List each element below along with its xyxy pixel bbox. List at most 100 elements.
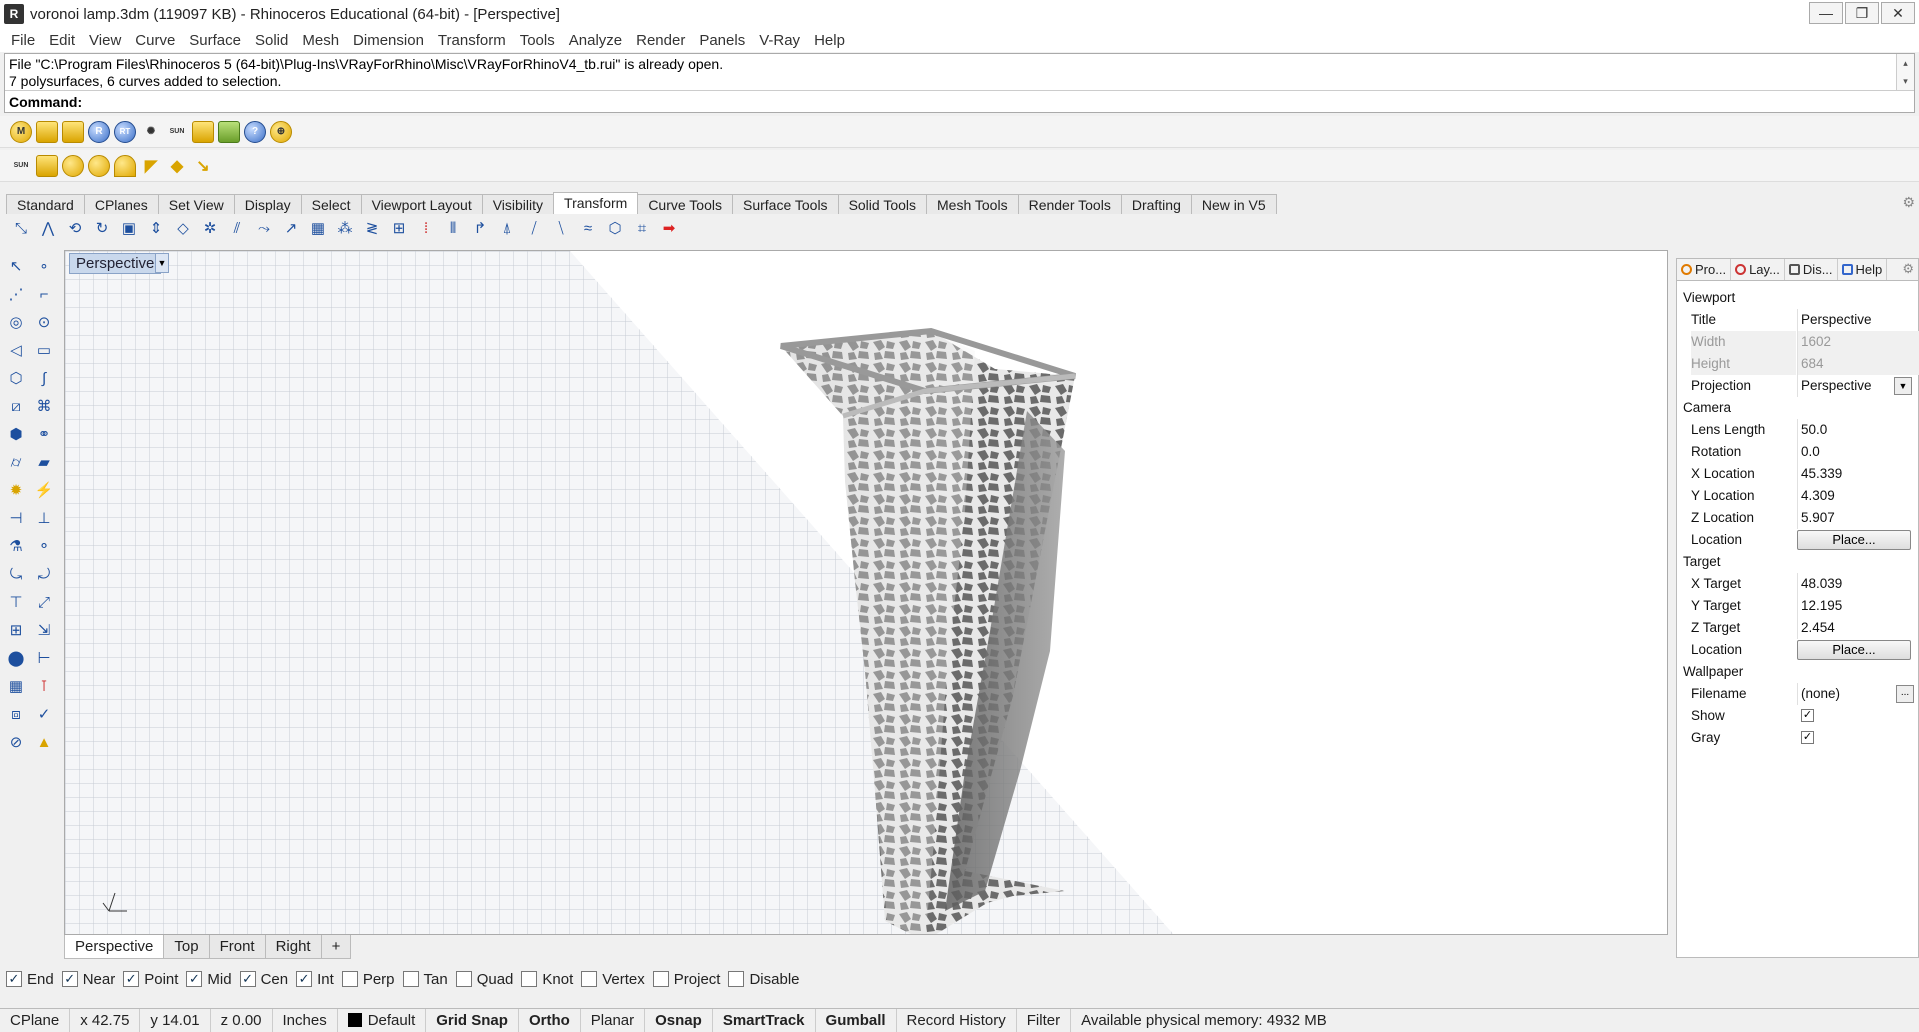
vray-options-icon[interactable]	[36, 120, 58, 143]
scale-icon[interactable]: ▣	[118, 217, 140, 239]
checkbox[interactable]	[341, 971, 358, 987]
vptab-top[interactable]: Top	[163, 935, 210, 959]
array-left-icon[interactable]: ⊞	[2, 616, 30, 644]
tab-solid-tools[interactable]: Solid Tools	[837, 194, 928, 214]
menu-surface[interactable]: Surface	[182, 32, 248, 49]
tab-render-tools[interactable]: Render Tools	[1017, 194, 1122, 214]
menu-mesh[interactable]: Mesh	[295, 32, 346, 49]
menu-analyze[interactable]: Analyze	[562, 32, 629, 49]
checkbox[interactable]: ✓	[61, 971, 78, 987]
minimize-button[interactable]: —	[1809, 2, 1843, 24]
osnap-vertex[interactable]: Vertex	[581, 971, 645, 988]
tab-surface-tools[interactable]: Surface Tools	[731, 194, 839, 214]
distribute-icon[interactable]: ⦀	[442, 217, 464, 239]
tab-drafting[interactable]: Drafting	[1120, 194, 1192, 214]
cplane-indicator[interactable]: CPlane	[0, 1008, 71, 1032]
dome-light-icon[interactable]	[36, 154, 58, 177]
arc-icon[interactable]: ◁	[2, 336, 30, 364]
curve-icon[interactable]: ⌐	[30, 280, 58, 308]
analyze-icon[interactable]: ⊘	[2, 728, 30, 756]
box-icon[interactable]: ⬢	[2, 420, 30, 448]
rotate3d-icon[interactable]: ↻	[91, 217, 113, 239]
vray-fur-icon[interactable]	[218, 120, 240, 143]
group-icon[interactable]: ⚬	[30, 532, 58, 560]
vray-help-icon[interactable]: ?	[244, 120, 266, 143]
grid-icon[interactable]: ▦	[2, 672, 30, 700]
checkbox[interactable]: ✓	[123, 971, 140, 987]
polygon-icon[interactable]: ⬡	[2, 364, 30, 392]
ies-light-icon[interactable]: ◤	[140, 155, 162, 177]
gumball-icon[interactable]: ⊤	[2, 588, 30, 616]
vray-light-icon[interactable]: ✺	[140, 121, 162, 143]
set-points-icon[interactable]: ⌗	[631, 217, 653, 239]
units-indicator[interactable]: Inches	[273, 1008, 338, 1032]
menu-transform[interactable]: Transform	[431, 32, 513, 49]
menu-view[interactable]: View	[82, 32, 128, 49]
tab-mesh-tools[interactable]: Mesh Tools	[926, 194, 1019, 214]
add-viewport-icon[interactable]: +	[320, 935, 352, 959]
array-surface-icon[interactable]: ⊞	[388, 217, 410, 239]
osnap-disable[interactable]: Disable	[728, 971, 800, 988]
vray-proxy-icon[interactable]	[192, 120, 214, 143]
gumball-toggle[interactable]: Gumball	[816, 1008, 897, 1032]
ortho-toggle[interactable]: Ortho	[519, 1008, 581, 1032]
y-location-field[interactable]: 4.309	[1797, 485, 1919, 507]
offset-icon[interactable]: ⤿	[2, 560, 30, 588]
checkbox[interactable]: ✓	[239, 971, 256, 987]
spot-light-icon[interactable]	[114, 154, 136, 177]
checkbox[interactable]: ✓	[296, 971, 313, 987]
vray-target-icon[interactable]: ⊕	[270, 120, 292, 143]
properties-icon[interactable]: ⊺	[30, 672, 58, 700]
copy-icon[interactable]: ⋀	[37, 217, 59, 239]
scale-left-icon[interactable]: ⇲	[30, 616, 58, 644]
vray-render-icon[interactable]: R	[88, 120, 110, 143]
menu-help[interactable]: Help	[807, 32, 852, 49]
surface-icon[interactable]: ⧄	[2, 392, 30, 420]
taper-icon[interactable]: ⍋	[496, 217, 518, 239]
tab-curve-tools[interactable]: Curve Tools	[637, 194, 733, 214]
osnap-project[interactable]: Project	[652, 971, 720, 988]
circle-icon[interactable]: ◎	[2, 308, 30, 336]
vptab-front[interactable]: Front	[208, 935, 266, 959]
splop-icon[interactable]: ⧹	[550, 217, 572, 239]
vray-sun-icon[interactable]: SUN	[166, 121, 188, 143]
arrow-right-icon[interactable]: ➡	[658, 217, 680, 239]
tab-select[interactable]: Select	[300, 194, 362, 214]
move-icon[interactable]: ⤡	[10, 217, 32, 239]
panel-tab-properties[interactable]: Pro...	[1677, 259, 1732, 280]
flow-icon[interactable]: ↱	[469, 217, 491, 239]
filter-button[interactable]: Filter	[1017, 1008, 1072, 1032]
viewport-title[interactable]: Perspective	[69, 253, 162, 274]
freeform-icon[interactable]: ∫	[30, 364, 58, 392]
checkbox[interactable]	[521, 971, 538, 987]
menu-tools[interactable]: Tools	[513, 32, 562, 49]
planar-toggle[interactable]: Planar	[581, 1008, 646, 1032]
fillet-icon[interactable]: ⚗	[2, 532, 30, 560]
cylinder-icon[interactable]: ⌭	[2, 448, 30, 476]
osnap-cen[interactable]: ✓ Cen	[239, 971, 288, 988]
osnap-point[interactable]: ✓ Point	[123, 971, 178, 988]
split-icon[interactable]: ⊥	[30, 504, 58, 532]
x-target-field[interactable]: 48.039	[1797, 573, 1919, 595]
menu-dimension[interactable]: Dimension	[346, 32, 431, 49]
ellipse-icon[interactable]: ⊙	[30, 308, 58, 336]
gear-icon[interactable]: ⚙	[1902, 194, 1915, 211]
restore-button[interactable]: ❐	[1845, 2, 1879, 24]
rect-light-icon[interactable]: ◆	[166, 155, 188, 177]
boolean-icon[interactable]: ⚭	[30, 420, 58, 448]
z-location-field[interactable]: 5.907	[1797, 507, 1919, 529]
dimension-icon[interactable]: ⊢	[30, 644, 58, 672]
solid-tools-icon[interactable]: ⧈	[2, 700, 30, 728]
vptab-right[interactable]: Right	[264, 935, 322, 959]
checkbox[interactable]	[402, 971, 419, 987]
prop-title-value[interactable]: Perspective	[1797, 309, 1919, 331]
vptab-perspective[interactable]: Perspective	[64, 935, 165, 959]
checkbox[interactable]	[581, 971, 598, 987]
flow-along-surface-icon[interactable]: ⧸	[523, 217, 545, 239]
grid-snap-toggle[interactable]: Grid Snap	[426, 1008, 519, 1032]
camera-place-button[interactable]: Place...	[1797, 530, 1911, 550]
browse-button[interactable]: ...	[1896, 685, 1914, 703]
menu-edit[interactable]: Edit	[42, 32, 82, 49]
tab-visibility[interactable]: Visibility	[481, 194, 555, 214]
menu-curve[interactable]: Curve	[128, 32, 182, 49]
